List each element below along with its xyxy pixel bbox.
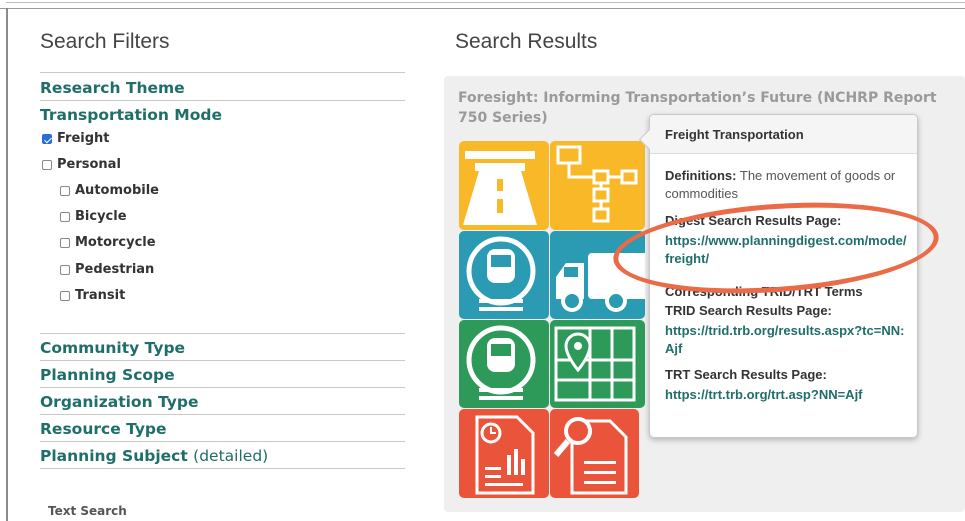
filter-organization-type[interactable]: Organization Type <box>40 392 405 412</box>
filter-transportation-mode[interactable]: Transportation Mode <box>40 105 405 125</box>
checkbox-label: Personal <box>57 157 121 172</box>
divider <box>40 468 405 469</box>
checkbox-icon[interactable] <box>60 291 70 301</box>
divider <box>40 100 405 101</box>
filter-planning-subject-label: Planning Subject <box>40 447 188 465</box>
truck-icon <box>550 231 645 319</box>
divider <box>40 414 405 415</box>
filter-planning-subject-detail: (detailed) <box>193 447 269 465</box>
trt-link[interactable]: https://trt.trb.org/trt.asp?NN=Ajf <box>665 386 910 404</box>
digest-link[interactable]: https://www.planningdigest.com/mode/frei… <box>665 232 910 268</box>
map-pin-icon <box>550 320 645 408</box>
checkbox-icon[interactable] <box>60 186 70 196</box>
checkbox-label: Pedestrian <box>75 262 155 277</box>
trid-label: TRID Search Results Page: <box>665 303 832 318</box>
divider <box>40 387 405 388</box>
filter-resource-type[interactable]: Resource Type <box>40 419 405 439</box>
freight-tooltip: Freight Transportation Definitions: The … <box>638 114 918 438</box>
checkbox-label: Bicycle <box>75 209 127 224</box>
highway-icon <box>459 141 549 230</box>
report-chart-icon <box>459 409 549 498</box>
checkbox-motorcycle[interactable]: Motorcycle <box>60 235 156 251</box>
divider <box>40 72 405 73</box>
definitions-label: Definitions: <box>665 168 737 183</box>
filter-research-theme[interactable]: Research Theme <box>40 78 405 98</box>
window-top-border <box>6 2 965 3</box>
trid-link[interactable]: https://trid.trb.org/results.aspx?tc=NN:… <box>665 322 910 358</box>
checkbox-pedestrian[interactable]: Pedestrian <box>60 262 154 278</box>
checkbox-icon[interactable] <box>60 212 70 222</box>
train-icon <box>459 231 549 319</box>
search-filters-panel: Search Filters <box>40 30 406 54</box>
checkbox-label: Automobile <box>75 183 159 198</box>
divider <box>40 333 405 334</box>
tooltip-definition: Definitions: The movement of goods or co… <box>665 167 910 203</box>
checkbox-transit[interactable]: Transit <box>60 288 125 304</box>
checkbox-automobile[interactable]: Automobile <box>60 183 159 199</box>
checkbox-checked-icon[interactable] <box>42 134 52 144</box>
divider <box>40 441 405 442</box>
filter-planning-subject[interactable]: Planning Subject (detailed) <box>40 446 405 466</box>
checkbox-personal[interactable]: Personal <box>42 157 121 173</box>
text-search-label: Text Search <box>48 504 127 518</box>
train-icon <box>459 320 549 408</box>
filter-community-type[interactable]: Community Type <box>40 338 405 358</box>
checkbox-freight[interactable]: Freight <box>42 131 110 147</box>
window-left-border <box>6 8 8 521</box>
filter-planning-scope[interactable]: Planning Scope <box>40 365 405 385</box>
checkbox-icon[interactable] <box>60 238 70 248</box>
checkbox-icon[interactable] <box>60 265 70 275</box>
digest-label: Digest Search Results Page: <box>665 213 842 228</box>
checkbox-bicycle[interactable]: Bicycle <box>60 209 127 225</box>
trt-label: TRT Search Results Page: <box>665 367 827 382</box>
checkbox-label: Motorcycle <box>75 235 156 250</box>
trid-trt-label: Corresponding TRID/TRT Terms <box>665 284 863 299</box>
document-search-icon <box>550 409 639 498</box>
divider <box>40 360 405 361</box>
flowchart-icon <box>550 141 645 230</box>
search-results-title: Search Results <box>455 30 598 53</box>
checkbox-label: Freight <box>57 131 110 146</box>
tooltip-title: Freight Transportation <box>665 127 804 142</box>
checkbox-label: Transit <box>75 288 126 303</box>
search-filters-title: Search Filters <box>40 30 170 53</box>
checkbox-icon[interactable] <box>42 160 52 170</box>
